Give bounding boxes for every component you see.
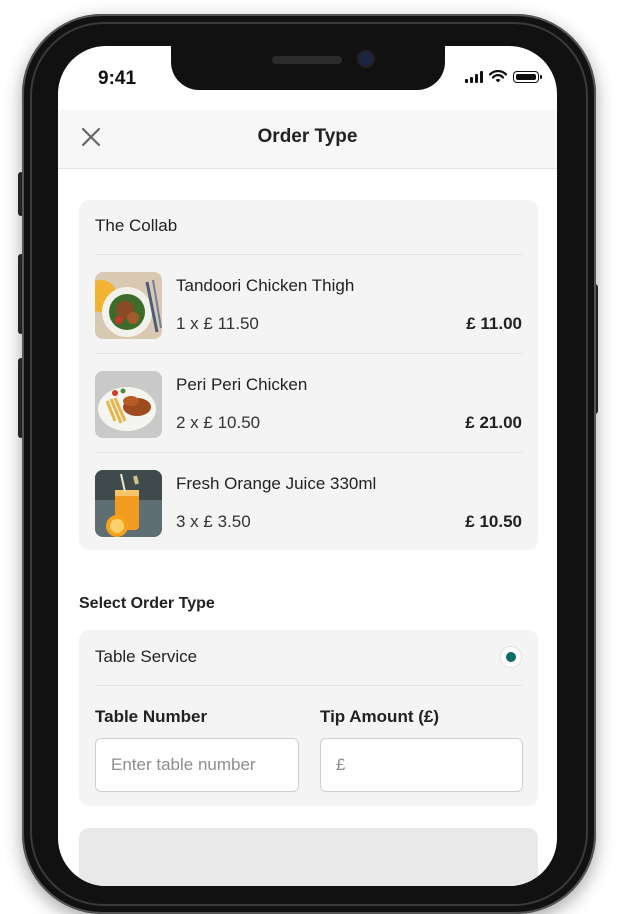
section-label: Select Order Type: [79, 595, 215, 612]
item-quantity-price: 2 x £ 10.50: [176, 413, 261, 432]
option-label: Table Service: [95, 647, 198, 666]
item-quantity-price: 1 x £ 11.50: [176, 314, 259, 333]
item-image: [95, 371, 162, 438]
item-total: £ 11.00: [466, 314, 522, 333]
item-name: Peri Peri Chicken: [176, 375, 308, 394]
order-summary-card: The Collab Tandoori Chicken Thigh 1 x £ …: [79, 200, 538, 550]
nav-bar: Order Type: [58, 110, 557, 169]
item-name: Fresh Orange Juice 330ml: [176, 474, 377, 493]
table-number-label: Table Number: [95, 707, 208, 726]
item-quantity-price: 3 x £ 3.50: [176, 512, 251, 531]
wifi-icon: [489, 70, 507, 83]
item-image: [95, 470, 162, 537]
divider: [95, 353, 522, 354]
next-order-option[interactable]: [79, 828, 538, 886]
order-item: Tandoori Chicken Thigh 1 x £ 11.50 £ 11.…: [95, 272, 522, 340]
divider: [95, 254, 522, 255]
speaker: [272, 56, 342, 64]
table-service-option[interactable]: Table Service Table Number Tip Amount (£…: [79, 630, 538, 806]
status-time: 9:41: [98, 68, 137, 89]
divider: [95, 685, 522, 686]
venue-name: The Collab: [95, 216, 178, 235]
item-total: £ 21.00: [465, 413, 522, 432]
notch: [171, 46, 445, 90]
tip-amount-input[interactable]: [320, 738, 523, 792]
front-camera: [359, 52, 373, 66]
app-screen: 9:41 Order Type The Collab Tandoori Chic…: [58, 46, 557, 886]
order-item: Peri Peri Chicken 2 x £ 10.50 £ 21.00: [95, 371, 522, 439]
divider: [95, 452, 522, 453]
table-number-input[interactable]: [95, 738, 299, 792]
order-item: Fresh Orange Juice 330ml 3 x £ 3.50 £ 10…: [95, 470, 522, 538]
item-image: [95, 272, 162, 339]
battery-icon: [513, 70, 542, 83]
cellular-signal-icon: [465, 70, 483, 83]
status-icons: [465, 70, 542, 83]
table-service-radio[interactable]: [500, 646, 522, 668]
page-title: Order Type: [257, 126, 358, 147]
tip-amount-label: Tip Amount (£): [320, 707, 439, 726]
item-name: Tandoori Chicken Thigh: [176, 276, 355, 295]
item-total: £ 10.50: [465, 512, 522, 531]
